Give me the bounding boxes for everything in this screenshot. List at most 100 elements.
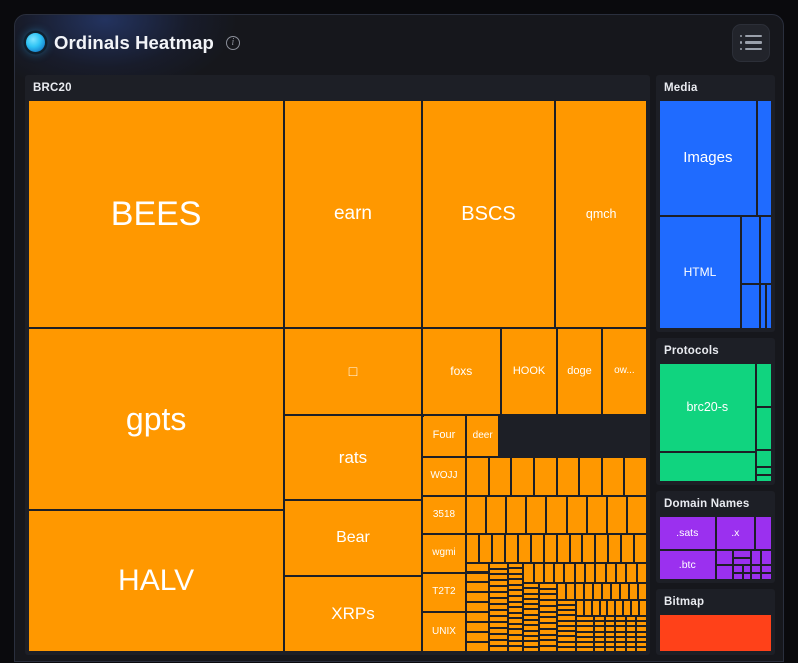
treemap-tile[interactable] [625, 646, 637, 653]
treemap-tile[interactable]: brc20-s [659, 363, 756, 452]
treemap-tile[interactable] [750, 572, 762, 580]
treemap-tile[interactable] [761, 549, 772, 565]
treemap-tile[interactable] [506, 495, 527, 535]
treemap-tile[interactable]: XRPs [284, 575, 422, 652]
treemap-tile[interactable]: wgmi [421, 534, 467, 573]
treemap-tile[interactable] [466, 592, 490, 603]
treemap-tile[interactable] [517, 534, 531, 563]
treemap-tile[interactable] [526, 495, 547, 535]
treemap-tile[interactable] [733, 549, 751, 558]
treemap-tile[interactable] [615, 646, 626, 653]
treemap-tile[interactable] [659, 614, 772, 652]
treemap-tile[interactable] [575, 599, 584, 617]
treemap-tile[interactable] [626, 495, 647, 535]
treemap-tile[interactable]: UNIX [421, 612, 467, 652]
treemap-tile[interactable] [466, 622, 490, 633]
treemap-tile[interactable] [489, 646, 508, 652]
treemap-tile[interactable] [466, 572, 490, 583]
treemap-tile[interactable] [742, 572, 751, 580]
treemap-tile[interactable] [492, 534, 505, 563]
treemap-tile[interactable] [740, 284, 760, 329]
treemap-tile[interactable]: ow... [601, 327, 647, 415]
treemap-tile[interactable] [755, 516, 772, 550]
treemap-tile[interactable] [755, 466, 772, 475]
treemap-tile[interactable] [715, 565, 733, 580]
treemap-tile[interactable] [759, 215, 772, 285]
treemap-tile[interactable] [750, 549, 762, 565]
treemap-tile[interactable] [479, 534, 493, 563]
treemap-tile[interactable] [733, 565, 743, 573]
treemap-tile[interactable] [634, 534, 648, 563]
treemap-tile[interactable] [421, 414, 424, 417]
treemap-tile[interactable] [566, 495, 587, 535]
treemap-tile[interactable] [466, 457, 489, 496]
treemap-tile[interactable] [488, 457, 512, 496]
treemap-tile[interactable] [608, 534, 622, 563]
treemap-tile[interactable] [620, 583, 630, 600]
treemap-tile[interactable] [585, 562, 596, 583]
treemap-tile[interactable]: Images [659, 100, 757, 216]
treemap-tile[interactable] [629, 583, 639, 600]
treemap-tile[interactable] [607, 599, 616, 617]
treemap-tile[interactable] [557, 583, 567, 600]
treemap-tile[interactable] [601, 457, 625, 496]
treemap-tile[interactable] [593, 583, 603, 600]
treemap-tile[interactable] [602, 583, 612, 600]
treemap-tile[interactable] [583, 599, 592, 617]
treemap-tile[interactable] [599, 599, 608, 617]
treemap-tile[interactable] [569, 534, 583, 563]
treemap-tile[interactable]: .sats [659, 516, 716, 550]
treemap-tile[interactable] [575, 646, 595, 653]
treemap-tile[interactable] [511, 457, 535, 496]
treemap-tile[interactable] [556, 457, 580, 496]
treemap-tile[interactable] [761, 564, 772, 573]
treemap-tile[interactable] [543, 534, 557, 563]
treemap-tile[interactable]: BEES [28, 100, 285, 328]
treemap-tile[interactable]: rats [284, 414, 422, 501]
treemap-tile[interactable] [466, 632, 490, 643]
treemap-tile[interactable] [579, 457, 602, 496]
treemap-tile[interactable] [638, 583, 647, 600]
treemap-tile[interactable] [624, 457, 647, 496]
treemap-tile[interactable] [604, 646, 616, 653]
treemap-tile[interactable]: .x [715, 516, 756, 550]
treemap-tile[interactable] [466, 612, 490, 623]
treemap-tile[interactable] [466, 562, 490, 573]
treemap-tile[interactable] [538, 646, 558, 652]
treemap-tile[interactable] [733, 572, 743, 580]
treemap-tile[interactable] [466, 495, 487, 535]
treemap-tile[interactable] [594, 646, 605, 653]
treemap-tile[interactable] [742, 565, 751, 573]
treemap-tile[interactable] [557, 646, 576, 652]
treemap-tile[interactable] [616, 562, 627, 583]
treemap-tile[interactable] [556, 534, 570, 563]
treemap-tile[interactable] [574, 562, 586, 583]
treemap-tile[interactable] [466, 534, 480, 563]
treemap-tile[interactable] [530, 534, 544, 563]
treemap-tile[interactable]: HOOK [500, 327, 558, 415]
treemap-tile[interactable] [611, 583, 621, 600]
treemap-tile[interactable]: doge [557, 327, 602, 415]
treemap-tile[interactable] [486, 495, 507, 535]
treemap-tile[interactable]: T2T2 [421, 572, 467, 613]
treemap-tile[interactable] [733, 557, 751, 566]
treemap-tile[interactable] [543, 562, 555, 583]
treemap-tile[interactable] [605, 562, 616, 583]
treemap-tile[interactable] [466, 642, 490, 652]
treemap-tile[interactable] [621, 534, 635, 563]
treemap-tile[interactable]: gpts [28, 327, 285, 510]
treemap-tile[interactable]: deer [466, 414, 500, 458]
treemap-tile[interactable] [740, 215, 760, 285]
treemap-tile[interactable] [575, 583, 585, 600]
treemap-tile[interactable] [755, 407, 772, 450]
treemap-tile[interactable]: BSCS [421, 100, 556, 328]
treemap-tile[interactable] [626, 562, 637, 583]
treemap-tile[interactable] [566, 583, 576, 600]
treemap-tile[interactable] [639, 599, 647, 617]
treemap-tile[interactable] [615, 599, 624, 617]
treemap-tile[interactable] [715, 549, 733, 566]
treemap-tile[interactable] [504, 534, 518, 563]
treemap-tile[interactable] [595, 562, 606, 583]
treemap-tile[interactable]: □ [284, 327, 422, 415]
treemap-tile[interactable] [659, 451, 756, 482]
